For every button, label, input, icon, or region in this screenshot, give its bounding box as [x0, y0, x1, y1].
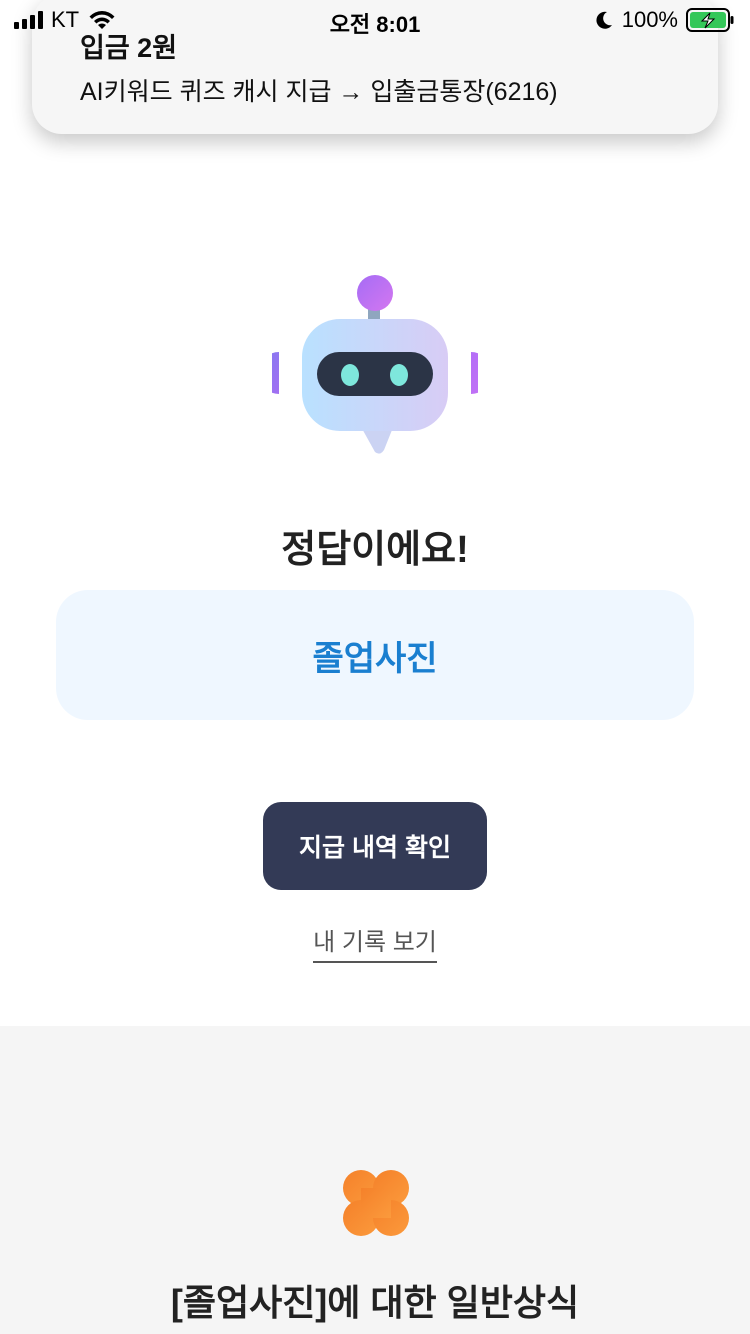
check-payment-history-button[interactable]: 지급 내역 확인: [263, 802, 487, 890]
status-right: 100%: [594, 7, 736, 33]
battery-charging-icon: [686, 8, 734, 32]
trivia-title: [졸업사진]에 대한 일반상식: [170, 1282, 580, 1323]
history-link-row: 내 기록 보기: [0, 922, 750, 963]
status-bar: KT 오전 8:01 100%: [0, 0, 750, 40]
battery-percent: 100%: [621, 7, 678, 32]
answer-card: 졸업사진: [56, 590, 694, 720]
result-heading: 정답이에요!: [281, 529, 469, 571]
notification-body: AI키워드 퀴즈 캐시 지급 → 입출금통장(6216): [80, 78, 558, 106]
moon-icon: [596, 11, 612, 29]
clover-icon: [343, 1170, 409, 1236]
answer-word: 졸업사진: [312, 639, 438, 678]
robot-icon: [272, 275, 478, 454]
view-my-records-link[interactable]: 내 기록 보기: [313, 922, 437, 963]
